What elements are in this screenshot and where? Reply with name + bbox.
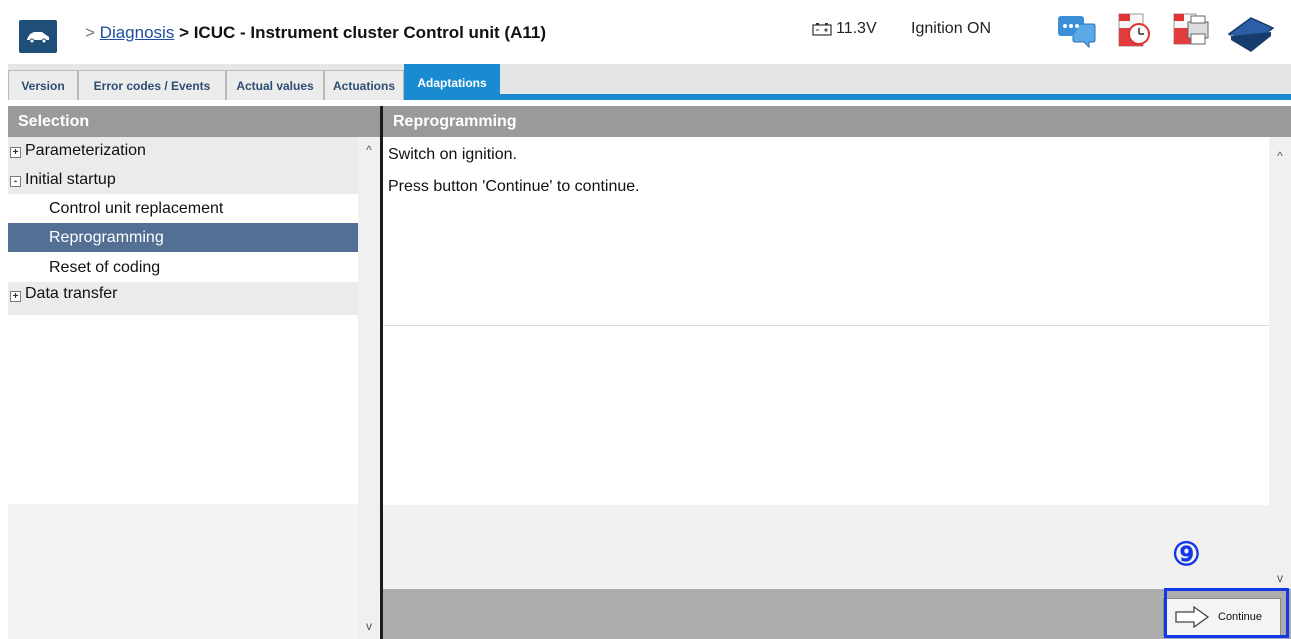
continue-button[interactable]: Continue xyxy=(1163,598,1281,636)
content-lower-area xyxy=(383,505,1269,589)
tree-item-parameterization[interactable]: + Parameterization xyxy=(8,137,358,165)
pdf-print-icon xyxy=(1173,13,1209,45)
car-home-button[interactable] xyxy=(19,20,57,53)
breadcrumb: > Diagnosis > ICUC - Instrument cluster … xyxy=(85,23,546,43)
ignition-status: Ignition ON xyxy=(911,20,992,37)
arrow-right-icon xyxy=(1175,606,1210,628)
tab-adaptations[interactable]: Adaptations xyxy=(404,64,500,100)
scroll-up-icon[interactable]: ^ xyxy=(1269,147,1291,165)
breadcrumb-current-page: > ICUC - Instrument cluster Control unit… xyxy=(179,23,547,42)
tree-item-data-transfer[interactable]: + Data transfer xyxy=(8,282,358,315)
tab-actual-values[interactable]: Actual values xyxy=(226,70,324,100)
tab-version[interactable]: Version xyxy=(8,70,78,100)
chat-button[interactable] xyxy=(1055,10,1097,52)
selection-tree: + Parameterization - Initial startup Con… xyxy=(8,137,358,315)
tree-item-reset-of-coding[interactable]: Reset of coding xyxy=(8,253,358,282)
selection-panel: Selection + Parameterization - Initial s… xyxy=(8,106,380,639)
pdf-print-button[interactable] xyxy=(1170,10,1212,52)
battery-voltage: 11.3V xyxy=(812,20,877,38)
scroll-up-icon[interactable]: ^ xyxy=(358,141,380,159)
tree-item-reprogramming[interactable]: Reprogramming xyxy=(8,223,358,252)
car-home-icon xyxy=(27,31,49,43)
instruction-text-area: Switch on ignition. Press button 'Contin… xyxy=(383,144,1269,326)
action-bar: Continue xyxy=(383,589,1291,639)
manual-book-button[interactable] xyxy=(1225,10,1277,52)
content-scrollbar[interactable]: ^ v xyxy=(1269,137,1291,589)
scroll-down-icon[interactable]: v xyxy=(358,617,380,635)
breadcrumb-separator: > xyxy=(85,23,95,42)
chat-icon xyxy=(1058,16,1096,49)
tab-actuations[interactable]: Actuations xyxy=(324,70,404,100)
pdf-history-button[interactable] xyxy=(1113,10,1155,52)
breadcrumb-diagnosis-link[interactable]: Diagnosis xyxy=(100,23,175,42)
instruction-line: Press button 'Continue' to continue. xyxy=(388,178,640,195)
continue-button-label: Continue xyxy=(1218,611,1263,623)
instruction-line: Switch on ignition. xyxy=(388,146,517,163)
tree-item-label: Data transfer xyxy=(25,285,118,302)
expand-plus-icon[interactable]: + xyxy=(10,291,21,302)
selection-empty-area xyxy=(8,315,358,639)
header-bar: > Diagnosis > ICUC - Instrument cluster … xyxy=(0,0,1291,64)
tree-item-label: Initial startup xyxy=(25,170,116,188)
expand-plus-icon[interactable]: + xyxy=(10,147,21,158)
selection-scrollbar[interactable]: ^ v xyxy=(358,137,380,639)
app-window: > Diagnosis > ICUC - Instrument cluster … xyxy=(0,0,1291,639)
reprogramming-panel: Reprogramming Switch on ignition. Press … xyxy=(383,106,1291,639)
step-number-annotation: ⑨ xyxy=(1172,536,1201,572)
manual-book-icon xyxy=(1227,17,1275,52)
tree-item-label: Parameterization xyxy=(25,142,146,159)
pdf-clock-icon xyxy=(1118,13,1150,47)
tab-bar: Version Error codes / Events Actual valu… xyxy=(8,64,1291,100)
collapse-minus-icon[interactable]: - xyxy=(10,175,21,187)
tree-item-initial-startup[interactable]: - Initial startup xyxy=(8,165,358,194)
scroll-down-icon[interactable]: v xyxy=(1269,569,1291,587)
reprogramming-panel-title: Reprogramming xyxy=(383,106,1291,137)
tab-error-codes-events[interactable]: Error codes / Events xyxy=(78,70,226,100)
battery-icon xyxy=(812,23,832,36)
selection-panel-title: Selection xyxy=(8,106,380,137)
voltage-value: 11.3V xyxy=(836,20,877,37)
selection-lower-area xyxy=(8,504,358,639)
tree-item-control-unit-replacement[interactable]: Control unit replacement xyxy=(8,194,358,223)
